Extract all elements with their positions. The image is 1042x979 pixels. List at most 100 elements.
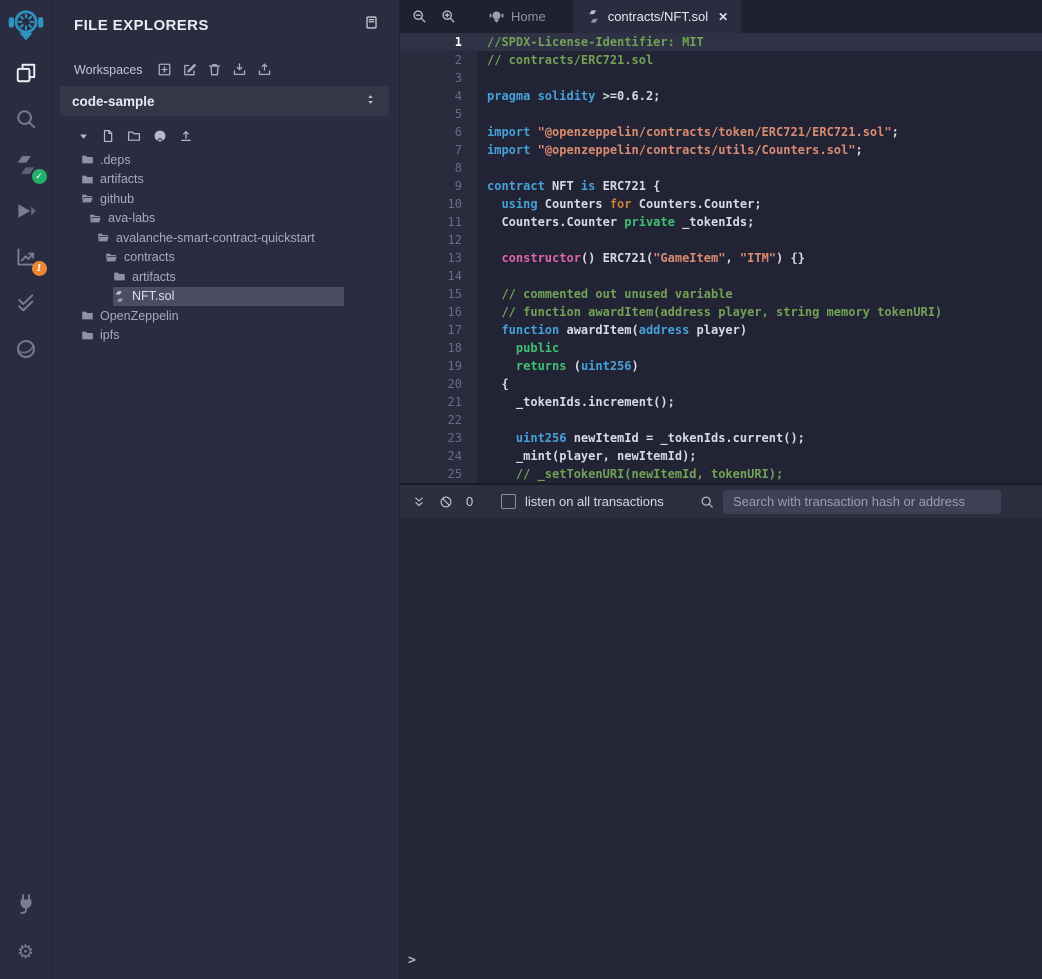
book-icon[interactable] [364,15,379,35]
code-line-23: 23 uint256 newItemId = _tokenIds.current… [400,429,1042,447]
folder-open-icon [81,192,94,205]
tree-item-label: avalanche-smart-contract-quickstart [116,231,315,245]
remix-logo[interactable] [7,6,45,44]
line-number: 6 [400,123,478,141]
file-tree: .deps artifacts github ava-labs avalanche-sm… [52,148,399,345]
unit-testing-icon[interactable] [11,290,41,316]
tree-item-deps[interactable]: .deps [81,150,344,170]
code-line-18: 18 public [400,339,1042,357]
code-line-19: 19 returns (uint256) [400,357,1042,375]
line-number: 22 [400,411,478,429]
folder-open-icon [89,212,102,225]
code-line-24: 24 _mint(player, newItemId); [400,447,1042,465]
terminal-toolbar: 0 listen on all transactions [400,485,1042,518]
tree-item-ava-labs[interactable]: ava-labs [89,209,344,229]
tab-contracts-nft-sol[interactable]: contracts/NFT.sol ✕ [573,0,741,33]
folder-icon [81,329,94,342]
solidity-icon [586,9,601,24]
code-line-2: 2// contracts/ERC721.sol [400,51,1042,69]
restore-workspaces-icon[interactable] [257,62,272,77]
code-editor[interactable]: 1//SPDX-License-Identifier: MIT2// contr… [400,33,1042,483]
tab-label: contracts/NFT.sol [608,9,708,24]
solidity-compiler-icon[interactable]: ✓ [11,152,41,178]
folder-icon [81,173,94,186]
code-line-8: 8 [400,159,1042,177]
line-number: 21 [400,393,478,411]
block-transactions-icon[interactable] [439,495,453,509]
tree-item-openzeppelin[interactable]: OpenZeppelin [81,306,344,326]
line-number: 12 [400,231,478,249]
code-line-1: 1//SPDX-License-Identifier: MIT [400,33,1042,51]
select-sorter-icon [364,93,377,109]
listen-transactions-label: listen on all transactions [525,494,664,509]
workspace-select[interactable]: code-sample [60,86,389,116]
file-explorer-icon[interactable] [11,60,41,86]
tree-item-artifacts[interactable]: artifacts [113,267,344,287]
code-line-17: 17 function awardItem(address player) [400,321,1042,339]
rename-workspace-icon[interactable] [182,62,197,77]
listen-transactions-checkbox[interactable] [501,494,516,509]
workspaces-label: Workspaces [74,63,143,77]
search-icon[interactable] [11,106,41,132]
tree-item-label: .deps [100,153,131,167]
compiled-check-badge: ✓ [32,169,47,184]
plugin-manager-icon[interactable] [11,891,41,917]
code-line-10: 10 using Counters for Counters.Counter; [400,195,1042,213]
deploy-run-icon[interactable] [11,198,41,224]
folder-icon [113,270,126,283]
tree-item-label: artifacts [100,172,144,186]
code-line-9: 9contract NFT is ERC721 { [400,177,1042,195]
tree-item-avalanche-smart-contract-quickstart[interactable]: avalanche-smart-contract-quickstart [97,228,344,248]
plugin-sphere-icon[interactable] [11,336,41,362]
zoom-in-button[interactable] [434,0,463,33]
tab-home[interactable]: Home [476,0,559,33]
line-number: 7 [400,141,478,159]
line-number: 11 [400,213,478,231]
new-folder-icon[interactable] [127,129,141,143]
new-file-icon[interactable] [101,129,115,143]
zoom-out-button[interactable] [405,0,434,33]
code-line-13: 13 constructor() ERC721("GameItem", "ITM… [400,249,1042,267]
workspace-selected-value: code-sample [72,94,155,109]
editor-area: Home contracts/NFT.sol ✕ 1//SPDX-License-I… [400,0,1042,979]
tab-bar: Home contracts/NFT.sol ✕ [400,0,1042,33]
tree-item-artifacts[interactable]: artifacts [81,170,344,190]
line-number: 19 [400,357,478,375]
file-explorer-panel: FILE EXPLORERS Workspaces code-sample .d… [52,0,400,979]
analytics-icon[interactable]: 1 [11,244,41,270]
line-number: 1 [400,33,478,51]
code-line-11: 11 Counters.Counter private _tokenIds; [400,213,1042,231]
create-workspace-icon[interactable] [157,62,172,77]
tree-item-nft-sol[interactable]: NFT.sol [113,287,344,307]
solidity-file-icon [113,290,126,303]
line-number: 25 [400,465,478,483]
tree-item-label: ipfs [100,328,119,342]
terminal-output[interactable]: > [400,518,1042,979]
notification-count-badge: 1 [32,261,47,276]
icon-sidebar: ✓ 1 ⚙ [0,0,52,979]
tree-item-ipfs[interactable]: ipfs [81,326,344,346]
line-number: 9 [400,177,478,195]
tab-label: Home [511,9,546,24]
code-line-4: 4pragma solidity >=0.6.2; [400,87,1042,105]
line-number: 13 [400,249,478,267]
download-workspaces-icon[interactable] [232,62,247,77]
close-tab-icon[interactable]: ✕ [718,10,728,24]
line-number: 10 [400,195,478,213]
panel-title: FILE EXPLORERS [74,17,209,34]
tree-item-contracts[interactable]: contracts [105,248,344,268]
line-number: 4 [400,87,478,105]
terminal-search-input[interactable] [723,490,1001,514]
line-number: 18 [400,339,478,357]
delete-workspace-icon[interactable] [207,62,222,77]
terminal-prompt: > [408,953,1042,968]
github-icon[interactable] [153,129,167,143]
code-line-6: 6import "@openzeppelin/contracts/token/E… [400,123,1042,141]
collapse-tree-icon[interactable] [78,131,89,142]
tree-item-github[interactable]: github [81,189,344,209]
tree-item-label: github [100,192,134,206]
publish-icon[interactable] [179,129,193,143]
settings-icon[interactable]: ⚙ [11,939,41,965]
code-line-20: 20 { [400,375,1042,393]
toggle-terminal-icon[interactable] [412,495,426,509]
